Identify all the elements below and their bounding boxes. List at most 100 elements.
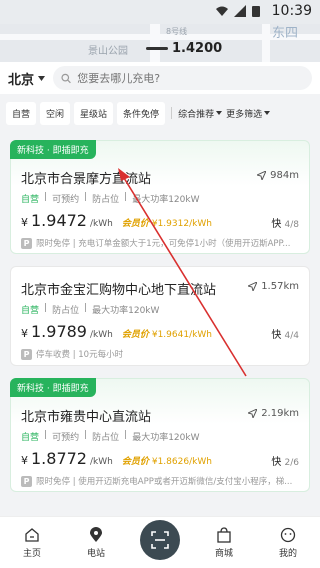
- distance-value: 2.19km: [261, 408, 299, 419]
- currency: ¥: [21, 327, 28, 340]
- tab-label: 我的: [278, 548, 297, 559]
- price-unit: /kWh: [89, 219, 113, 229]
- station-name: 北京市金宝汇购物中心地下直流站: [21, 283, 217, 298]
- currency: ¥: [21, 216, 28, 229]
- price-value: 1.9789: [31, 322, 87, 341]
- tab-label: 商城: [214, 548, 233, 559]
- tab-stations[interactable]: 电站: [68, 526, 124, 559]
- station-name: 北京市合景摩方直流站: [21, 172, 152, 187]
- vip-price: ¥1.9641/kWh: [151, 330, 212, 340]
- price-unit: /kWh: [89, 330, 113, 340]
- meta-item: 可预约: [52, 433, 80, 443]
- meta-item: 防占位: [92, 195, 120, 205]
- vip-label: 会员价: [121, 457, 149, 467]
- station-meta: 自营 | 可预约 | 防占位 | 最大功率120kW: [21, 430, 200, 443]
- parking-icon: P: [21, 348, 32, 360]
- navigate-icon: [248, 282, 258, 291]
- search-box[interactable]: [53, 66, 312, 90]
- price-line: ¥ 1.8772 /kWh 会员价 ¥1.8626/kWh: [21, 449, 212, 468]
- station-card[interactable]: 新科技 · 即插即充 北京市雍贵中心直流站 2.19km 自营 | 可预约 | 防占…: [10, 378, 310, 492]
- station-note: P 限时免停 | 使用开迈斯充电APP或者开迈斯微信/支付宝小程序，梯...: [21, 475, 301, 487]
- note-text: 限时免停 | 充电订单金额大于1元，可免停1小时（使用开迈斯APP...: [36, 239, 291, 249]
- tab-home[interactable]: 主页: [4, 527, 60, 559]
- fast-count: 2/6: [284, 458, 299, 468]
- map-price-pin[interactable]: 1.4200: [146, 41, 222, 56]
- station-distance: 984m: [257, 170, 299, 181]
- price-value: 1.8772: [31, 449, 87, 468]
- currency: ¥: [21, 454, 28, 467]
- station-card[interactable]: 新科技 · 即插即充 北京市合景摩方直流站 984m 自营 | 可预约 | 防占位 |…: [10, 140, 310, 254]
- distance-value: 984m: [270, 170, 299, 181]
- parking-icon: P: [21, 475, 32, 487]
- fast-charger-count: 快 4/4: [271, 326, 299, 341]
- meta-item: 可预约: [52, 195, 80, 205]
- station-card[interactable]: 北京市金宝汇购物中心地下直流站 1.57km 自营 | 防占位 | 最大功率120k…: [10, 266, 310, 366]
- search-icon: [61, 73, 71, 83]
- station-meta: 自营 | 可预约 | 防占位 | 最大功率120kW: [21, 192, 200, 205]
- sort-label: 综合推荐: [178, 109, 215, 120]
- meta-item: 最大功率120kW: [92, 306, 160, 316]
- fast-label: 快: [271, 330, 282, 341]
- filter-divider: [171, 107, 173, 119]
- more-filters-dropdown[interactable]: 更多筛选: [226, 107, 271, 120]
- sort-dropdown[interactable]: 综合推荐: [178, 107, 223, 120]
- search-row: 北京: [0, 62, 320, 94]
- meta-item: 防占位: [92, 433, 120, 443]
- map-label-dongsi: 东四: [272, 26, 299, 41]
- fast-label: 快: [271, 457, 282, 468]
- note-text: 停车收费 | 10元每小时: [36, 350, 124, 360]
- price-line: ¥ 1.9472 /kWh 会员价 ¥1.9312/kWh: [21, 211, 212, 230]
- city-selector[interactable]: 北京: [8, 69, 46, 88]
- filter-self-operated[interactable]: 自营: [6, 101, 37, 125]
- fast-count: 4/4: [284, 331, 299, 341]
- battery-icon: [252, 6, 260, 17]
- navigate-icon: [257, 171, 267, 180]
- fast-label: 快: [271, 219, 282, 230]
- caret-down-icon: [264, 111, 271, 115]
- status-icons: [216, 5, 260, 17]
- station-distance: 1.57km: [248, 281, 299, 292]
- signal-icon: [234, 5, 246, 17]
- tab-profile[interactable]: 我的: [260, 527, 316, 559]
- price-value: 1.9472: [31, 211, 87, 230]
- navigate-icon: [248, 409, 258, 418]
- vip-price: ¥1.8626/kWh: [151, 457, 212, 467]
- tab-mall[interactable]: 商城: [196, 526, 252, 559]
- pin-price: 1.4200: [172, 41, 223, 56]
- meta-item: 最大功率120kW: [132, 195, 200, 205]
- caret-down-icon: [216, 111, 223, 115]
- note-text: 限时免停 | 使用开迈斯充电APP或者开迈斯微信/支付宝小程序，梯...: [36, 477, 293, 487]
- map-label-park: 景山公园: [88, 46, 128, 57]
- fast-charger-count: 快 4/8: [271, 215, 299, 230]
- self-operated-tag: 自营: [21, 195, 40, 205]
- shopping-bag-icon: [217, 526, 231, 543]
- smile-icon: [280, 527, 296, 542]
- wifi-icon: [216, 6, 228, 16]
- filter-star-station[interactable]: 星级站: [74, 101, 114, 125]
- station-name: 北京市雍贵中心直流站: [21, 410, 152, 425]
- new-tech-badge: 新科技 · 即插即充: [10, 140, 96, 159]
- filter-idle[interactable]: 空闲: [40, 101, 71, 125]
- home-icon: [25, 527, 39, 542]
- status-time: 10:39: [271, 3, 312, 19]
- vip-price: ¥1.9312/kWh: [151, 219, 212, 229]
- parking-icon: P: [21, 237, 32, 249]
- tab-label: 电站: [86, 548, 105, 559]
- vip-label: 会员价: [121, 330, 149, 340]
- tab-scan[interactable]: [132, 519, 188, 560]
- fast-charger-count: 快 2/6: [271, 453, 299, 468]
- status-bar: 10:39: [0, 0, 320, 24]
- location-pin-icon: [90, 526, 102, 542]
- price-unit: /kWh: [89, 457, 113, 467]
- caret-down-icon: [38, 75, 46, 81]
- price-line: ¥ 1.9789 /kWh 会员价 ¥1.9641/kWh: [21, 322, 212, 341]
- vip-label: 会员价: [121, 219, 149, 229]
- scan-button[interactable]: [140, 519, 180, 560]
- pin-dash: [146, 47, 168, 50]
- fast-count: 4/8: [284, 220, 299, 230]
- map-label-line: 8号线: [166, 27, 188, 36]
- filter-free-parking[interactable]: 条件免停: [117, 101, 166, 125]
- search-input[interactable]: [77, 71, 304, 85]
- station-note: P 限时免停 | 充电订单金额大于1元，可免停1小时（使用开迈斯APP...: [21, 237, 301, 249]
- self-operated-tag: 自营: [21, 433, 40, 443]
